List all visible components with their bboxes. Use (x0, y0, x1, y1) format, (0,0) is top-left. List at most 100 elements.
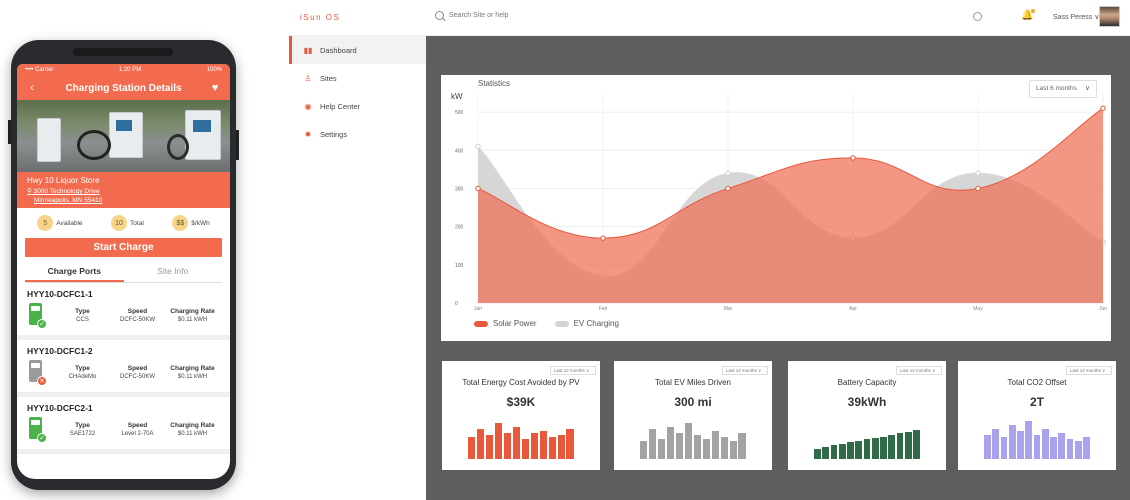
notification-dot (1031, 9, 1036, 13)
battery-text: 100% (206, 67, 222, 73)
kpi-bar (693, 435, 702, 459)
kpi-bar (494, 423, 503, 459)
sidebar-item-label: Dashboard (320, 45, 357, 55)
app-logo[interactable]: iSun OS (300, 13, 340, 22)
kpi-bar (657, 439, 666, 459)
legend-label: Solar Power (493, 319, 537, 328)
kpi-bar (729, 441, 737, 459)
charger-screen (193, 120, 211, 132)
station-address-line1[interactable]: ⚲ 3000 Technology Drive (27, 187, 220, 196)
stat-total: 10 Total (111, 215, 144, 231)
avatar[interactable] (1099, 6, 1120, 27)
kpi-mini-chart (468, 419, 574, 459)
kpi-value: 300 mi (674, 395, 712, 409)
kpi-bar (855, 440, 863, 459)
port-rate: $0.11 kWH (177, 317, 208, 323)
kpi-bar (1000, 437, 1008, 459)
kpi-card-co2: Last 12 months ∨ Total CO2 Offset 2T (958, 361, 1116, 470)
charge-port-item[interactable]: HYY10-DCFC1-2 ✕ Type CHAdeMo Speed DCFC-50… (17, 340, 230, 397)
kpi-bar (992, 429, 1000, 459)
charger-icon: ✓ (27, 417, 47, 443)
stat-label: $/kWh (191, 219, 210, 227)
station-photo (17, 100, 230, 172)
kpi-range-dropdown[interactable]: Last 12 months ∨ (550, 366, 596, 375)
kpi-bar (896, 433, 904, 459)
phone-volume-button (8, 120, 11, 144)
kpi-bar (539, 431, 548, 459)
data-point (975, 185, 981, 192)
kpi-bar (738, 433, 746, 459)
search-bar[interactable]: Search Site or help (435, 11, 509, 20)
tab-site-info[interactable]: Site Info (124, 263, 223, 282)
person-icon: ♙ (304, 73, 312, 83)
port-rate: $0.11 kWH (177, 374, 208, 380)
legend-item[interactable]: EV Charging (554, 319, 619, 328)
screenshot-root: •••• Carrier 1:20 PM 100% ‹ Charging Sta… (0, 0, 1130, 500)
kpi-card-ev-miles: Last 12 months ∨ Total EV Miles Driven 3… (614, 361, 772, 470)
port-type: CHAdeMo (68, 374, 97, 380)
charger-kiosk (109, 112, 143, 158)
kpi-bar (503, 433, 512, 459)
x-tick-label: Jan (474, 306, 482, 312)
port-rate-label: Charging Rate (170, 365, 215, 372)
charge-port-item[interactable]: HYY10-DCFC1-1 ✓ Type CCS Speed DCFC-50KW C… (17, 283, 230, 340)
main-content: 0 100 200 300 400 500 Jan Feb Mar Apr May Jun Stati… (426, 36, 1130, 500)
charger-kiosk (185, 110, 221, 160)
series-area-solar-power (478, 108, 1103, 303)
port-type: CCS (76, 317, 89, 323)
stat-value: $$ (172, 215, 189, 231)
back-arrow-icon[interactable]: ‹ (25, 82, 39, 94)
kpi-bar (838, 443, 846, 459)
kpi-bar (822, 447, 830, 459)
stat-label: Total (130, 219, 144, 227)
legend-item[interactable]: Solar Power (474, 319, 537, 328)
port-type: SAE1722 (69, 431, 96, 437)
charge-port-list: HYY10-DCFC1-1 ✓ Type CCS Speed DCFC-50KW C… (17, 283, 230, 454)
range-value: Last 6 months (1036, 85, 1077, 92)
sidebar-item-sites[interactable]: ♙ Sites (289, 64, 426, 92)
stat-price: $$ $/kWh (172, 215, 210, 231)
port-speed: DCFC-50KW (119, 374, 155, 380)
sidebar-item-label: Settings (320, 129, 348, 139)
phone-screen: •••• Carrier 1:20 PM 100% ‹ Charging Sta… (17, 64, 230, 479)
kpi-bar (1008, 425, 1016, 459)
charge-port-item[interactable]: HYY10-DCFC2-1 ✓ Type SAE1722 Speed Level 2… (17, 397, 230, 454)
start-charge-button[interactable]: Start Charge (25, 238, 222, 257)
sidebar-item-help-center[interactable]: ◉ Help Center (289, 92, 426, 120)
port-type-label: Type (75, 422, 90, 429)
search-icon (435, 11, 444, 20)
y-tick-label: 500 (455, 110, 464, 116)
port-name: HYY10-DCFC1-2 (27, 346, 93, 356)
bar-chart-icon: ▮▮ (303, 45, 313, 55)
tab-charge-ports[interactable]: Charge Ports (25, 263, 124, 282)
kpi-range-dropdown[interactable]: Last 12 months ∨ (722, 366, 768, 375)
kpi-bar (984, 435, 991, 459)
sidebar-item-settings[interactable]: ✹ Settings (289, 120, 426, 148)
kpi-range-dropdown[interactable]: Last 12 months ∨ (896, 366, 942, 375)
user-menu[interactable]: Sass Peress ∨ (1053, 13, 1099, 21)
legend-swatch (554, 320, 569, 327)
time-text: 1:20 PM (118, 67, 142, 73)
app-bar: ‹ Charging Station Details ♥ (17, 76, 230, 100)
chevron-down-icon: ∨ (1084, 85, 1090, 92)
station-address-line2[interactable]: Minneapolis, MN 55410 (27, 196, 220, 205)
x-tick-label: Feb (599, 306, 608, 312)
data-point (475, 185, 481, 192)
heart-icon[interactable]: ♥ (208, 82, 222, 94)
sidebar-item-dashboard[interactable]: ▮▮ Dashboard (289, 36, 426, 64)
kpi-bar (485, 435, 494, 459)
kpi-value: 2T (1029, 395, 1044, 409)
status-x-icon: ✕ (37, 376, 47, 386)
range-dropdown[interactable]: Last 6 months ∨ (1029, 80, 1097, 98)
globe-icon[interactable] (973, 12, 982, 21)
kpi-bar (847, 442, 854, 459)
phone-frame: •••• Carrier 1:20 PM 100% ‹ Charging Sta… (8, 40, 239, 490)
kpi-bar (863, 439, 871, 459)
bell-icon[interactable]: 🔔 (1021, 9, 1036, 21)
globe-icon: ◉ (304, 101, 312, 111)
kpi-bar (904, 431, 912, 459)
kpi-range-dropdown[interactable]: Last 12 months ∨ (1066, 366, 1112, 375)
search-input[interactable]: Search Site or help (449, 12, 509, 19)
kpi-bar (913, 430, 920, 459)
station-name: Hwy 10 Liquor Store (27, 176, 100, 185)
